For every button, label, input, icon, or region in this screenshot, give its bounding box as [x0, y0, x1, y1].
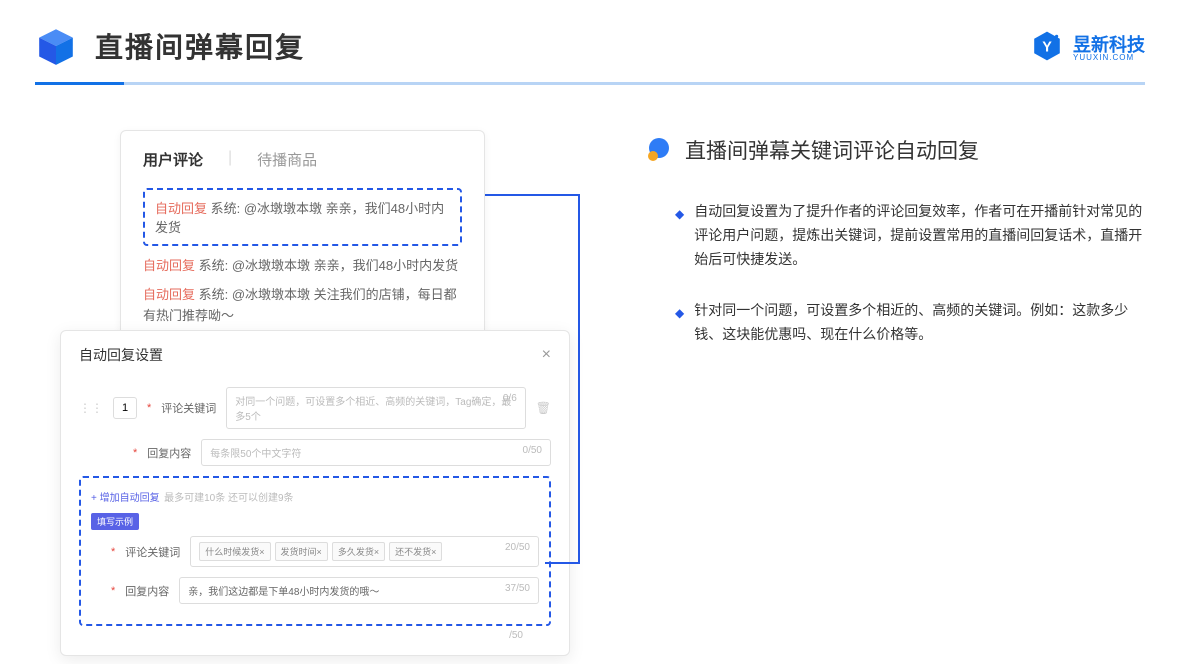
example-group: + 增加自动回复 最多可建10条 还可以创建9条 填写示例 * 评论关键词 什么… [79, 476, 551, 626]
add-reply-link[interactable]: + 增加自动回复 [91, 493, 160, 504]
settings-dialog: 自动回复设置 × ⋮⋮ 1 * 评论关键词 对同一个问题，可设置多个相近、高频的… [60, 330, 570, 656]
delete-icon[interactable]: 🗑 [536, 401, 551, 415]
tab-products[interactable]: 待播商品 [257, 149, 317, 170]
svg-text:Y: Y [1042, 40, 1052, 56]
brand-logo: Y 昱新科技 YUUXIN.COM [1031, 30, 1145, 62]
cube-logo-icon [35, 25, 77, 67]
auto-reply-tag: 自动回复 [155, 201, 207, 216]
section-title: 直播间弹幕关键词评论自动回复 [685, 135, 979, 165]
close-icon[interactable]: × [542, 346, 551, 364]
bullet-item: ◆ 自动回复设置为了提升作者的评论回复效率，作者可在开播前针对常见的评论用户问题… [645, 200, 1145, 271]
add-hint: 最多可建10条 还可以创建9条 [164, 493, 293, 504]
connector-line-2 [545, 562, 580, 564]
chip[interactable]: 还不发货× [389, 542, 442, 561]
chip[interactable]: 发货时间× [275, 542, 328, 561]
comment-line: 自动回复 系统: @冰墩墩本墩 亲亲，我们48小时内发货 [143, 256, 462, 277]
content-input[interactable]: 每条限50个中文字符0/50 [201, 439, 551, 466]
example-badge: 填写示例 [91, 513, 139, 530]
comment-line: 自动回复 系统: @冰墩墩本墩 关注我们的店铺，每日都有热门推荐呦～ [143, 285, 462, 327]
tab-user-comments[interactable]: 用户评论 [143, 149, 203, 170]
example-content-input[interactable]: 亲，我们这边都是下单48小时内发货的哦～37/50 [179, 577, 539, 604]
dialog-title: 自动回复设置 [79, 345, 163, 365]
keyword-label: 评论关键词 [161, 400, 216, 416]
comments-panel: 用户评论 | 待播商品 自动回复 系统: @冰墩墩本墩 亲亲，我们48小时内发货… [120, 130, 485, 353]
bullet-item: ◆ 针对同一个问题，可设置多个相近的、高频的关键词。例如：这款多少钱、这块能优惠… [645, 299, 1145, 347]
drag-icon[interactable]: ⋮⋮ [79, 401, 103, 415]
section-icon [645, 136, 673, 164]
extra-count: /50 [79, 630, 551, 641]
keyword-input[interactable]: 对同一个问题，可设置多个相近、高频的关键词，Tag确定，最多5个0/6 [226, 387, 525, 429]
diamond-icon: ◆ [675, 303, 684, 347]
content-label: 回复内容 [147, 445, 191, 461]
chip[interactable]: 什么时候发货× [199, 542, 270, 561]
highlighted-comment: 自动回复 系统: @冰墩墩本墩 亲亲，我们48小时内发货 [143, 188, 462, 246]
page-title: 直播间弹幕回复 [95, 26, 305, 66]
index-number: 1 [113, 397, 137, 419]
diamond-icon: ◆ [675, 204, 684, 271]
example-keyword-input[interactable]: 什么时候发货× 发货时间× 多久发货× 还不发货× 20/50 [190, 536, 539, 567]
chip[interactable]: 多久发货× [332, 542, 385, 561]
